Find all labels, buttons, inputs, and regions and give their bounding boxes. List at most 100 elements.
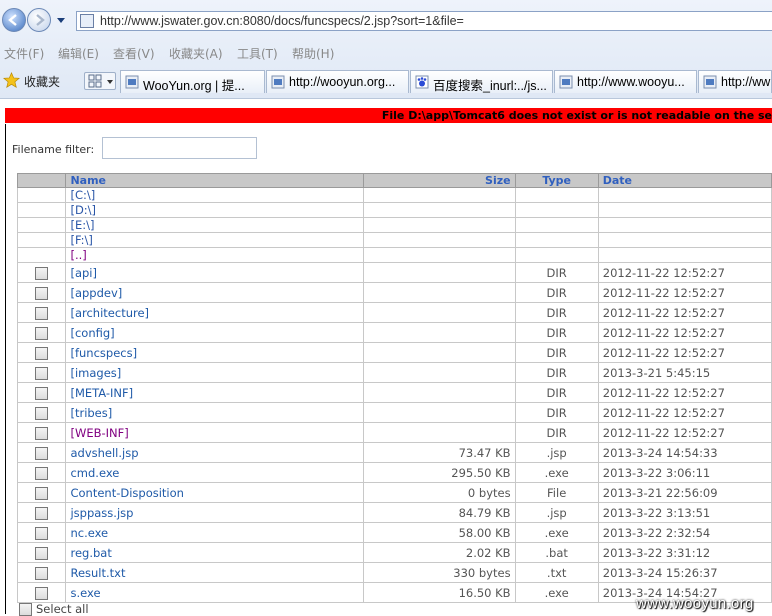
favorites-star-icon[interactable] (3, 72, 20, 89)
row-checkbox[interactable] (35, 366, 49, 380)
file-type: .jsp (514, 442, 599, 463)
row-checkbox[interactable] (35, 466, 49, 480)
drive-link[interactable]: [..] (65, 247, 365, 263)
drive-link[interactable]: [D:\] (65, 202, 365, 218)
drive-row: [E:\] (16, 217, 772, 233)
menu-view[interactable]: 查看(V) (113, 45, 155, 62)
menu-edit[interactable]: 编辑(E) (58, 45, 99, 62)
file-size: 2.02 KB (363, 542, 516, 563)
file-name-link[interactable]: [architecture] (65, 302, 365, 323)
menu-file[interactable]: 文件(F) (4, 45, 44, 62)
favorites-label[interactable]: 收藏夹 (24, 73, 60, 90)
file-name-link[interactable]: [META-INF] (65, 382, 365, 403)
file-type: .exe (514, 462, 599, 483)
row-checkbox[interactable] (35, 486, 49, 500)
file-name-link[interactable]: reg.bat (65, 542, 365, 563)
file-type: DIR (514, 402, 599, 423)
row-checkbox[interactable] (35, 526, 49, 540)
tab-label: http://wooyun.org... (289, 75, 396, 89)
filename-filter-input[interactable] (102, 137, 257, 159)
file-name-link[interactable]: s.exe (65, 582, 365, 603)
drive-link[interactable]: [C:\] (65, 187, 365, 203)
row-checkbox[interactable] (35, 406, 49, 420)
file-name-link[interactable]: [images] (65, 362, 365, 383)
row-checkbox[interactable] (35, 586, 49, 600)
file-name-link[interactable]: [appdev] (65, 282, 365, 303)
address-url[interactable]: http://www.jswater.gov.cn:8080/docs/func… (100, 14, 464, 28)
row-checkbox[interactable] (35, 286, 49, 300)
menu-help[interactable]: 帮助(H) (292, 45, 334, 62)
file-name-link[interactable]: [WEB-INF] (65, 422, 365, 443)
file-name-link[interactable]: [api] (65, 262, 365, 283)
forward-button[interactable] (27, 8, 51, 32)
file-date: 2012-11-22 12:52:27 (597, 262, 772, 283)
tab-wooyun-url[interactable]: http://wooyun.org... (266, 70, 409, 93)
recent-pages-dropdown-icon[interactable] (54, 13, 68, 27)
empty-cell (16, 247, 67, 263)
table-header: Name Size Type Date (16, 173, 772, 188)
file-type: DIR (514, 322, 599, 343)
file-name-link[interactable]: [config] (65, 322, 365, 343)
tab-www[interactable]: http://ww (698, 70, 772, 93)
file-size: 58.00 KB (363, 522, 516, 543)
sort-by-name[interactable]: Name (65, 173, 365, 188)
sort-by-type[interactable]: Type (514, 173, 599, 188)
file-size (363, 342, 516, 363)
tab-label: 百度搜索_inurl:../js... (433, 79, 547, 93)
file-date: 2012-11-22 12:52:27 (597, 402, 772, 423)
file-name-link[interactable]: Content-Disposition (65, 482, 365, 503)
menu-tools[interactable]: 工具(T) (237, 45, 278, 62)
tab-label: http://ww (721, 75, 771, 89)
file-date: 2012-11-22 12:52:27 (597, 342, 772, 363)
select-all-checkbox[interactable] (19, 603, 32, 616)
row-checkbox[interactable] (35, 306, 49, 320)
back-button[interactable] (2, 8, 26, 32)
empty-cell (16, 217, 67, 233)
file-name-link[interactable]: cmd.exe (65, 462, 365, 483)
file-name-link[interactable]: Result.txt (65, 562, 365, 583)
drive-link[interactable]: [E:\] (65, 217, 365, 233)
row-checkbox[interactable] (35, 266, 49, 280)
row-checkbox-cell (16, 302, 67, 323)
quick-tabs-button[interactable] (84, 72, 116, 90)
row-checkbox[interactable] (35, 326, 49, 340)
file-name-link[interactable]: nc.exe (65, 522, 365, 543)
empty-cell (363, 187, 516, 203)
file-name-link[interactable]: [tribes] (65, 402, 365, 423)
tab-label: http://www.wooyu... (577, 75, 685, 89)
file-type: DIR (514, 282, 599, 303)
file-size: 0 bytes (363, 482, 516, 503)
row-checkbox[interactable] (35, 426, 49, 440)
row-checkbox[interactable] (35, 566, 49, 580)
file-name-link[interactable]: [funcspecs] (65, 342, 365, 363)
tab-wooyun-www[interactable]: http://www.wooyu... (554, 70, 697, 93)
row-checkbox[interactable] (35, 506, 49, 520)
file-type: DIR (514, 262, 599, 283)
drive-link[interactable]: [F:\] (65, 232, 365, 248)
table-row: [architecture] DIR 2012-11-22 12:52:27 (16, 302, 772, 323)
error-message: File D:\app\Tomcat6 does not exist or is… (381, 109, 772, 122)
sort-by-size[interactable]: Size (363, 173, 516, 188)
file-name-link[interactable]: advshell.jsp (65, 442, 365, 463)
row-checkbox[interactable] (35, 446, 49, 460)
row-checkbox-cell (16, 282, 67, 303)
empty-cell (363, 247, 516, 263)
empty-cell (514, 187, 599, 203)
table-row: advshell.jsp 73.47 KB .jsp 2013-3-24 14:54:… (16, 442, 772, 463)
empty-cell (16, 187, 67, 203)
table-row: [tribes] DIR 2012-11-22 12:52:27 (16, 402, 772, 423)
file-table: Name Size Type Date [C:\] [D:\] [E:\] [F:\]… (16, 173, 772, 603)
row-checkbox[interactable] (35, 546, 49, 560)
row-checkbox-cell (16, 582, 67, 603)
tab-wooyun[interactable]: WooYun.org | 提... (120, 70, 265, 93)
error-banner: File D:\app\Tomcat6 does not exist or is… (5, 108, 772, 123)
file-type: .txt (514, 562, 599, 583)
menu-favorites[interactable]: 收藏夹(A) (169, 45, 223, 62)
empty-cell (16, 202, 67, 218)
row-checkbox[interactable] (35, 346, 49, 360)
sort-by-date[interactable]: Date (597, 173, 772, 188)
file-name-link[interactable]: jsppass.jsp (65, 502, 365, 523)
tab-baidu[interactable]: 百度搜索_inurl:../js... (410, 70, 553, 93)
address-bar[interactable]: http://www.jswater.gov.cn:8080/docs/func… (76, 11, 772, 31)
row-checkbox[interactable] (35, 386, 49, 400)
